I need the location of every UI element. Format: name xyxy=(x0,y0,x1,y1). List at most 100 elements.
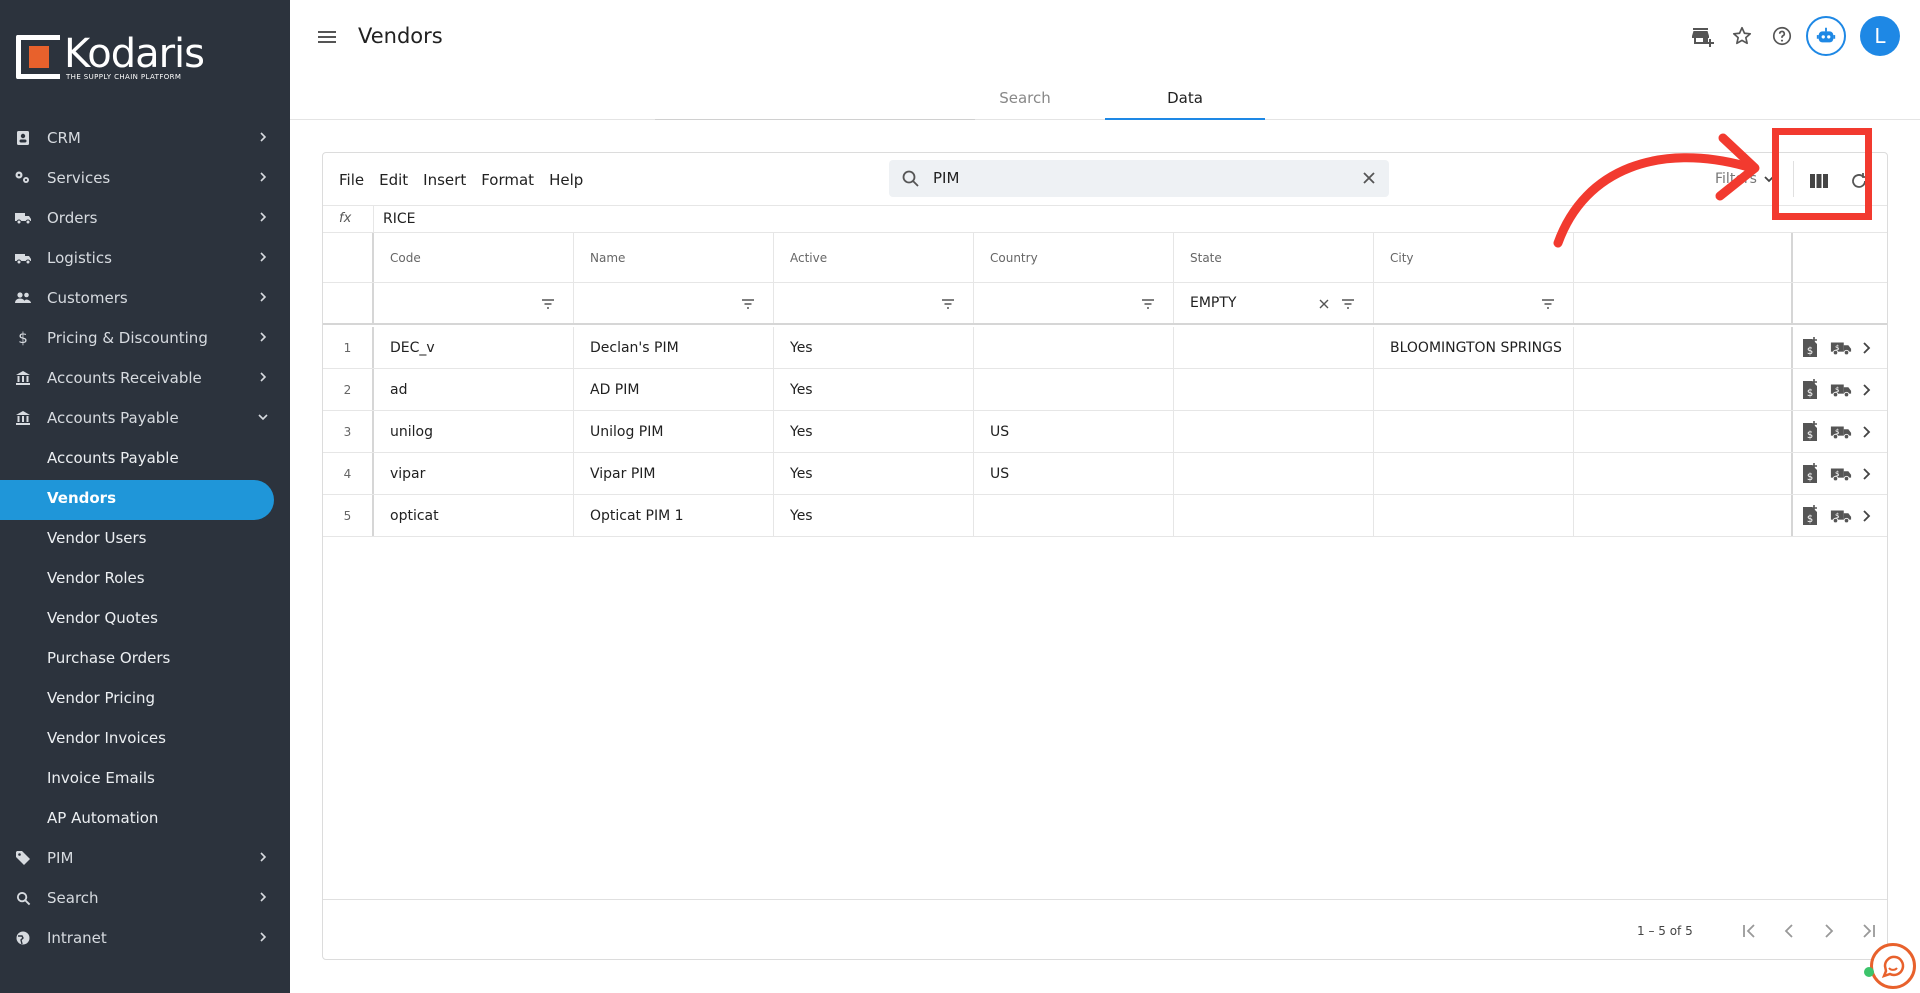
table-row[interactable]: 4 vipar Vipar PIM Yes US $ $ xyxy=(323,453,1887,495)
tab-data[interactable]: Data xyxy=(1105,76,1265,120)
cell-name[interactable]: AD PIM xyxy=(574,369,774,410)
cell-active[interactable]: Yes xyxy=(774,495,974,536)
sidebar-item-accounts-receivable[interactable]: Accounts Receivable xyxy=(0,358,290,398)
cell-active[interactable]: Yes xyxy=(774,369,974,410)
first-page-icon[interactable] xyxy=(1729,918,1769,944)
sidebar-item-partial[interactable] xyxy=(0,958,290,978)
cell-name[interactable]: Unilog PIM xyxy=(574,411,774,452)
shipping-truck-icon[interactable]: $ xyxy=(1830,505,1852,527)
sidebar-item-partial[interactable] xyxy=(0,98,290,118)
sidebar-subitem-purchase-orders[interactable]: Purchase Orders xyxy=(0,638,290,678)
sidebar-item-crm[interactable]: CRM xyxy=(0,118,290,158)
cell-country[interactable] xyxy=(974,327,1174,368)
filter-cell-state[interactable]: EMPTY xyxy=(1174,283,1374,323)
chevron-right-icon[interactable] xyxy=(1861,463,1881,485)
sidebar-subitem-vendor-roles[interactable]: Vendor Roles xyxy=(0,558,290,598)
cell-name[interactable]: Declan's PIM xyxy=(574,327,774,368)
user-avatar[interactable]: L xyxy=(1860,16,1900,56)
shipping-truck-icon[interactable]: $ xyxy=(1830,337,1852,359)
sidebar-subitem-vendors[interactable]: Vendors xyxy=(0,478,290,520)
clear-search-icon[interactable] xyxy=(1359,168,1379,188)
chevron-right-icon[interactable] xyxy=(1861,505,1881,527)
chevron-right-icon[interactable] xyxy=(1861,379,1881,401)
filter-icon[interactable] xyxy=(1341,297,1355,311)
filter-cell-code[interactable] xyxy=(374,283,574,323)
table-row[interactable]: 3 unilog Unilog PIM Yes US $ $ xyxy=(323,411,1887,453)
cell-code[interactable]: DEC_v xyxy=(374,327,574,368)
filter-icon[interactable] xyxy=(741,297,755,311)
hamburger-menu-icon[interactable] xyxy=(316,26,338,48)
vendor-pricing-icon[interactable]: $ xyxy=(1801,378,1821,401)
cell-city[interactable]: BLOOMINGTON SPRINGS xyxy=(1374,327,1574,368)
menu-edit[interactable]: Edit xyxy=(379,171,408,189)
cell-city[interactable] xyxy=(1374,453,1574,494)
sidebar-subitem-vendor-users[interactable]: Vendor Users xyxy=(0,518,290,558)
filter-cell-country[interactable] xyxy=(974,283,1174,323)
filter-icon[interactable] xyxy=(1141,297,1155,311)
cell-name[interactable]: Opticat PIM 1 xyxy=(574,495,774,536)
tab-search[interactable]: Search xyxy=(945,76,1105,120)
filter-icon[interactable] xyxy=(541,297,555,311)
menu-format[interactable]: Format xyxy=(481,171,534,189)
menu-file[interactable]: File xyxy=(339,171,364,189)
cell-active[interactable]: Yes xyxy=(774,327,974,368)
sidebar-item-orders[interactable]: Orders xyxy=(0,198,290,238)
vendor-pricing-icon[interactable]: $ xyxy=(1801,462,1821,485)
sidebar-item-services[interactable]: Services xyxy=(0,158,290,198)
ai-assistant-button[interactable] xyxy=(1806,16,1846,56)
menu-help[interactable]: Help xyxy=(549,171,583,189)
cell-code[interactable]: unilog xyxy=(374,411,574,452)
filter-icon[interactable] xyxy=(941,297,955,311)
previous-page-icon[interactable] xyxy=(1769,918,1809,944)
column-header-name[interactable]: Name xyxy=(574,233,774,282)
last-page-icon[interactable] xyxy=(1849,918,1889,944)
help-icon[interactable] xyxy=(1762,16,1802,56)
sidebar-item-accounts-payable[interactable]: Accounts Payable xyxy=(0,398,290,438)
filter-icon[interactable] xyxy=(1541,297,1555,311)
sidebar-subitem-vendor-pricing[interactable]: Vendor Pricing xyxy=(0,678,290,718)
sidebar-subitem-invoice-emails[interactable]: Invoice Emails xyxy=(0,758,290,798)
chat-widget-button[interactable] xyxy=(1870,943,1916,989)
sidebar-item-search[interactable]: Search xyxy=(0,878,290,918)
shipping-truck-icon[interactable]: $ xyxy=(1830,463,1852,485)
table-row[interactable]: 5 opticat Opticat PIM 1 Yes $ $ xyxy=(323,495,1887,537)
search-input[interactable] xyxy=(933,167,1313,189)
cell-code[interactable]: vipar xyxy=(374,453,574,494)
table-row[interactable]: 1 DEC_v Declan's PIM Yes BLOOMINGTON SPR… xyxy=(323,327,1887,369)
cell-state[interactable] xyxy=(1174,411,1374,452)
star-icon[interactable] xyxy=(1722,16,1762,56)
vendor-pricing-icon[interactable]: $ xyxy=(1801,504,1821,527)
menu-insert[interactable]: Insert xyxy=(423,171,466,189)
sidebar-subitem-ap-automation[interactable]: AP Automation xyxy=(0,798,290,838)
sidebar-item-intranet[interactable]: Intranet xyxy=(0,918,290,958)
shipping-truck-icon[interactable]: $ xyxy=(1830,421,1852,443)
formula-value[interactable]: RICE xyxy=(383,211,415,227)
vendor-pricing-icon[interactable]: $ xyxy=(1801,336,1821,359)
sidebar-subitem-vendor-invoices[interactable]: Vendor Invoices xyxy=(0,718,290,758)
cell-code[interactable]: opticat xyxy=(374,495,574,536)
filter-cell-active[interactable] xyxy=(774,283,974,323)
cell-active[interactable]: Yes xyxy=(774,453,974,494)
column-header-state[interactable]: State xyxy=(1174,233,1374,282)
shipping-truck-icon[interactable]: $ xyxy=(1830,379,1852,401)
cell-state[interactable] xyxy=(1174,327,1374,368)
cell-active[interactable]: Yes xyxy=(774,411,974,452)
column-header-active[interactable]: Active xyxy=(774,233,974,282)
cell-city[interactable] xyxy=(1374,411,1574,452)
clear-filter-icon[interactable] xyxy=(1317,297,1331,311)
next-page-icon[interactable] xyxy=(1809,918,1849,944)
cell-code[interactable]: ad xyxy=(374,369,574,410)
cell-city[interactable] xyxy=(1374,369,1574,410)
column-header-code[interactable]: Code xyxy=(374,233,574,282)
cell-city[interactable] xyxy=(1374,495,1574,536)
chevron-right-icon[interactable] xyxy=(1861,421,1881,443)
vendor-pricing-icon[interactable]: $ xyxy=(1801,420,1821,443)
cell-country[interactable]: US xyxy=(974,453,1174,494)
add-store-icon[interactable] xyxy=(1682,16,1722,56)
chevron-right-icon[interactable] xyxy=(1861,337,1881,359)
sidebar-item-customers[interactable]: Customers xyxy=(0,278,290,318)
cell-state[interactable] xyxy=(1174,369,1374,410)
table-row[interactable]: 2 ad AD PIM Yes $ $ xyxy=(323,369,1887,411)
cell-state[interactable] xyxy=(1174,495,1374,536)
sidebar-item-logistics[interactable]: Logistics xyxy=(0,238,290,278)
